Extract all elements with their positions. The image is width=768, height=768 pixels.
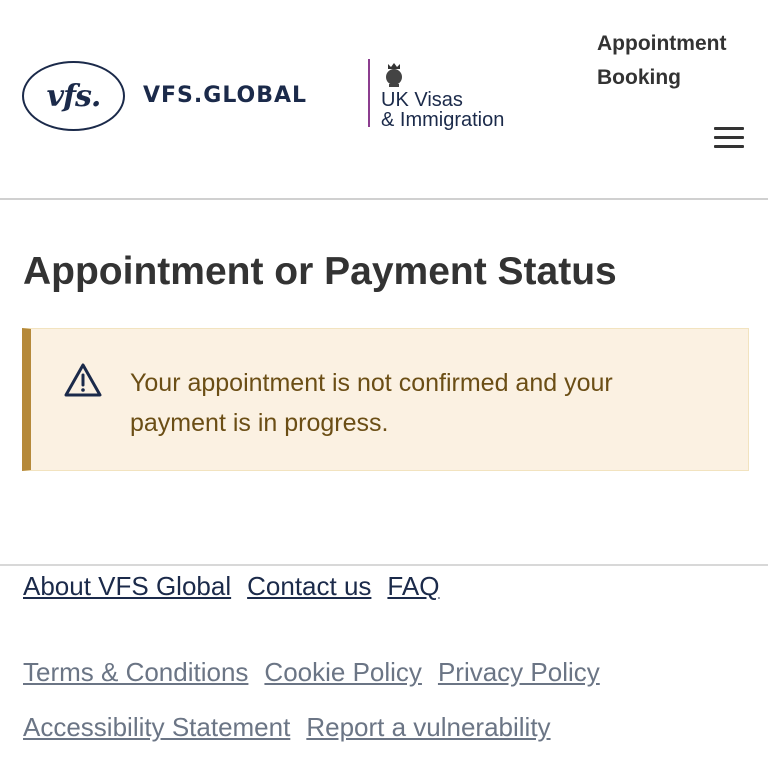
crest-icon (386, 63, 402, 87)
accessibility-statement-link[interactable]: Accessibility Statement (23, 712, 290, 743)
ukvi-logo: UK Visas & Immigration (368, 59, 504, 131)
vfs-brand-name: VFS.GLOBAL (143, 83, 308, 108)
hamburger-menu-icon[interactable] (714, 127, 744, 153)
about-vfs-link[interactable]: About VFS Global (23, 571, 231, 602)
report-vulnerability-link[interactable]: Report a vulnerability (306, 712, 550, 743)
page-title: Appointment or Payment Status (23, 250, 617, 293)
footer-divider (0, 564, 768, 566)
privacy-policy-link[interactable]: Privacy Policy (438, 657, 600, 688)
warning-triangle-icon (64, 363, 102, 397)
ukvi-text-line2: & Immigration (381, 109, 505, 131)
contact-us-link[interactable]: Contact us (247, 571, 371, 602)
faq-link[interactable]: FAQ (387, 571, 439, 602)
cookie-policy-link[interactable]: Cookie Policy (264, 657, 422, 688)
alert-message: Your appointment is not confirmed and yo… (130, 369, 613, 437)
footer-legal-links: Terms & Conditions Cookie Policy Privacy… (23, 657, 600, 688)
status-alert: Your appointment is not confirmed and yo… (22, 328, 749, 471)
terms-conditions-link[interactable]: Terms & Conditions (23, 657, 248, 688)
footer-accessibility-links: Accessibility Statement Report a vulnera… (23, 712, 551, 743)
appointment-booking-title: Appointment Booking (597, 32, 727, 89)
vfs-logo-text: vfs. (46, 78, 102, 114)
vfs-logo[interactable]: vfs. (22, 61, 125, 131)
footer-primary-links: About VFS Global Contact us FAQ (23, 571, 439, 602)
site-header: vfs. VFS.GLOBAL UK Visas & Immigration A… (0, 0, 768, 200)
